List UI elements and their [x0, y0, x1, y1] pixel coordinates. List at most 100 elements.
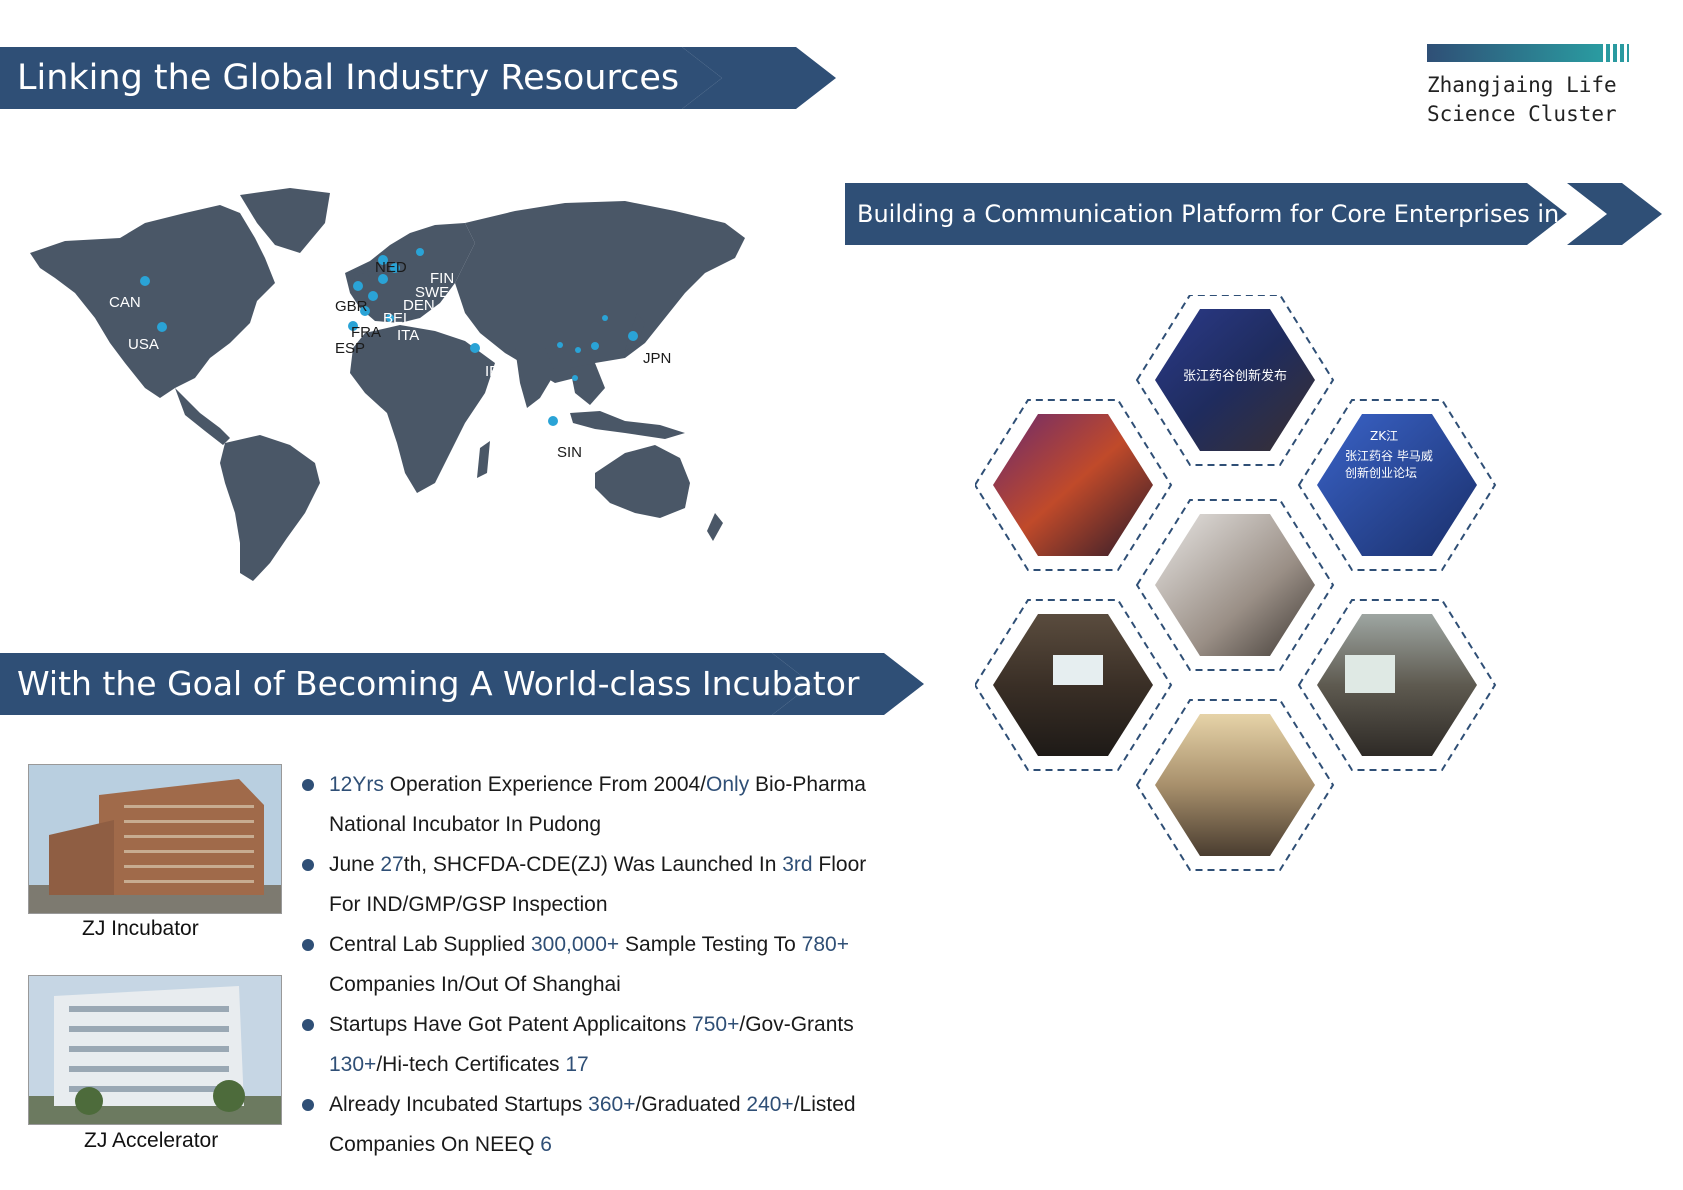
highlight-value: 360+ [588, 1093, 636, 1116]
map-dot-ir [470, 343, 480, 353]
bullet-line-2: Companies On NEEQ 6 [329, 1125, 918, 1165]
map-dot-china-3 [591, 342, 599, 350]
incubator-building-image [29, 765, 281, 913]
map-dot-sin [548, 416, 558, 426]
highlight-value: 300,000+ [530, 933, 620, 956]
bullet-line-1: Startups Have Got Patent Applicaitons 75… [329, 1005, 918, 1045]
hex-launch-text: 张江药谷创新发布 [1183, 368, 1287, 384]
hex-photo-launch-event: 张江药谷创新发布 [1135, 295, 1335, 466]
map-dot-fin [416, 248, 424, 256]
bullet-line-2: 130+/Hi-tech Certificates 17 [329, 1045, 918, 1085]
map-dot-china-2 [575, 347, 581, 353]
highlight-value: 3rd [782, 853, 813, 876]
highlight-value: 750+ [692, 1013, 740, 1036]
bullet-text-segment: /Listed [793, 1093, 856, 1116]
bullet-line-2: Companies In/Out Of Shanghai [329, 973, 621, 996]
bullet-text-segment: Bio-Pharma [749, 773, 866, 796]
logo-stripes [1599, 44, 1629, 62]
bullet-text-segment: Central Lab Supplied [329, 933, 531, 956]
hex-photo-meeting [1135, 499, 1335, 671]
bullet-text-segment: Already Incubated Startups [329, 1093, 589, 1116]
map-dot-china-4 [572, 375, 578, 381]
bullet-dot-icon [302, 779, 314, 791]
bullet-item: 12Yrs Operation Experience From 2004/Onl… [298, 765, 918, 845]
map-label-bel: BEL [383, 310, 411, 327]
map-label-can: CAN [109, 294, 141, 311]
bullet-text-segment: Companies On NEEQ [329, 1133, 541, 1156]
continents [30, 188, 745, 581]
highlight-value: Only [706, 773, 750, 796]
accelerator-building-photo [28, 975, 282, 1125]
logo-text: Zhangjaing Life Science Cluster [1427, 71, 1633, 129]
map-label-ir: IR [485, 363, 500, 380]
bullet-text-segment: Sample Testing To [619, 933, 802, 956]
map-dot-usa [157, 322, 167, 332]
map-label-ned: NED [375, 259, 407, 276]
map-label-jpn: JPN [643, 350, 671, 367]
section-title-global: Linking the Global Industry Resources [17, 58, 680, 98]
hex-forum-title-2: 创新创业论坛 [1345, 465, 1417, 480]
highlight-value: 780+ [801, 933, 849, 956]
map-dot-jpn [628, 331, 638, 341]
bullet-item: Central Lab Supplied 300,000+ Sample Tes… [298, 925, 918, 1005]
bullet-line-2: National Incubator In Pudong [329, 813, 602, 836]
bullet-line-1: 12Yrs Operation Experience From 2004/Onl… [329, 765, 918, 805]
map-dot-china-1 [557, 342, 563, 348]
bullet-item: June 27th, SHCFDA-CDE(ZJ) Was Launched I… [298, 845, 918, 925]
incubator-caption: ZJ Incubator [82, 917, 199, 940]
map-label-usa: USA [128, 336, 159, 353]
bullet-text-segment: Startups Have Got Patent Applicaitons [329, 1013, 693, 1036]
highlight-value: 17 [565, 1053, 589, 1076]
incubator-achievements-list: 12Yrs Operation Experience From 2004/Onl… [298, 765, 918, 1165]
hex-photo-concert [975, 399, 1173, 571]
logo-line-1: Zhangjaing Life [1427, 73, 1617, 97]
hex-photo-lecture [1135, 699, 1335, 871]
map-label-esp: ESP [335, 340, 365, 357]
section-title-platform: Building a Communication Platform for Co… [857, 200, 1591, 228]
cluster-logo: Zhangjaing Life Science Cluster [1427, 44, 1633, 129]
accelerator-building-image [29, 976, 281, 1124]
logo-gradient-bar [1427, 44, 1599, 62]
map-dot-bel [368, 291, 378, 301]
map-label-sin: SIN [557, 444, 582, 461]
bullet-line-1: Already Incubated Startups 360+/Graduate… [329, 1085, 918, 1125]
bullet-text-segment: /Gov-Grants [739, 1013, 854, 1036]
bullet-dot-icon [302, 939, 314, 951]
bullet-text-segment: Floor [812, 853, 867, 876]
bullet-line-2: For IND/GMP/GSP Inspection [329, 893, 608, 916]
map-dot-can [140, 276, 150, 286]
hex-forum-title-1: 张江药谷 毕马威 [1345, 449, 1433, 463]
highlight-value: 6 [540, 1133, 552, 1156]
section-title-goal: With the Goal of Becoming A World-class … [17, 664, 860, 703]
bullet-dot-icon [302, 859, 314, 871]
bullet-dot-icon [302, 1019, 314, 1031]
map-label-fra: FRA [351, 324, 381, 341]
highlight-value: 240+ [746, 1093, 794, 1116]
bullet-text-segment: Operation Experience From 2004/ [383, 773, 707, 796]
bullet-item: Already Incubated Startups 360+/Graduate… [298, 1085, 918, 1165]
bullet-text-segment: /Graduated [635, 1093, 747, 1116]
logo-line-2: Science Cluster [1427, 102, 1617, 126]
banner-world-class-incubator: With the Goal of Becoming A World-class … [0, 653, 925, 715]
hex-photo-seminar-hall [975, 599, 1173, 771]
event-photo-collage: 张江药谷创新发布 ZK江 张江药谷 毕马威 创新创业论坛 [975, 295, 1497, 871]
highlight-value: 12Yrs [329, 773, 384, 796]
bullet-text-segment: /Hi-tech Certificates [376, 1053, 566, 1076]
map-dot-gbr [353, 281, 363, 291]
bullet-text-segment: June [329, 853, 381, 876]
bullet-line-1: June 27th, SHCFDA-CDE(ZJ) Was Launched I… [329, 845, 918, 885]
highlight-value: 130+ [329, 1053, 377, 1076]
hex-photo-conference-room [1297, 599, 1497, 771]
bullet-text-segment: th, SHCFDA-CDE(ZJ) Was Launched In [403, 853, 783, 876]
banner-global-resources: Linking the Global Industry Resources [0, 47, 840, 109]
world-map: NED FIN SWE DEN CAN GBR BEL FRA ITA ESP … [30, 188, 745, 581]
map-label-ita: ITA [397, 327, 419, 344]
hex-photo-kpmg-forum: ZK江 张江药谷 毕马威 创新创业论坛 [1297, 399, 1497, 571]
bullet-item: Startups Have Got Patent Applicaitons 75… [298, 1005, 918, 1085]
accelerator-caption: ZJ Accelerator [84, 1129, 219, 1152]
map-dot-china-5 [602, 315, 608, 321]
bullet-line-1: Central Lab Supplied 300,000+ Sample Tes… [329, 925, 918, 965]
incubator-building-photo [28, 764, 282, 914]
bullet-dot-icon [302, 1099, 314, 1111]
highlight-value: 27 [380, 853, 404, 876]
